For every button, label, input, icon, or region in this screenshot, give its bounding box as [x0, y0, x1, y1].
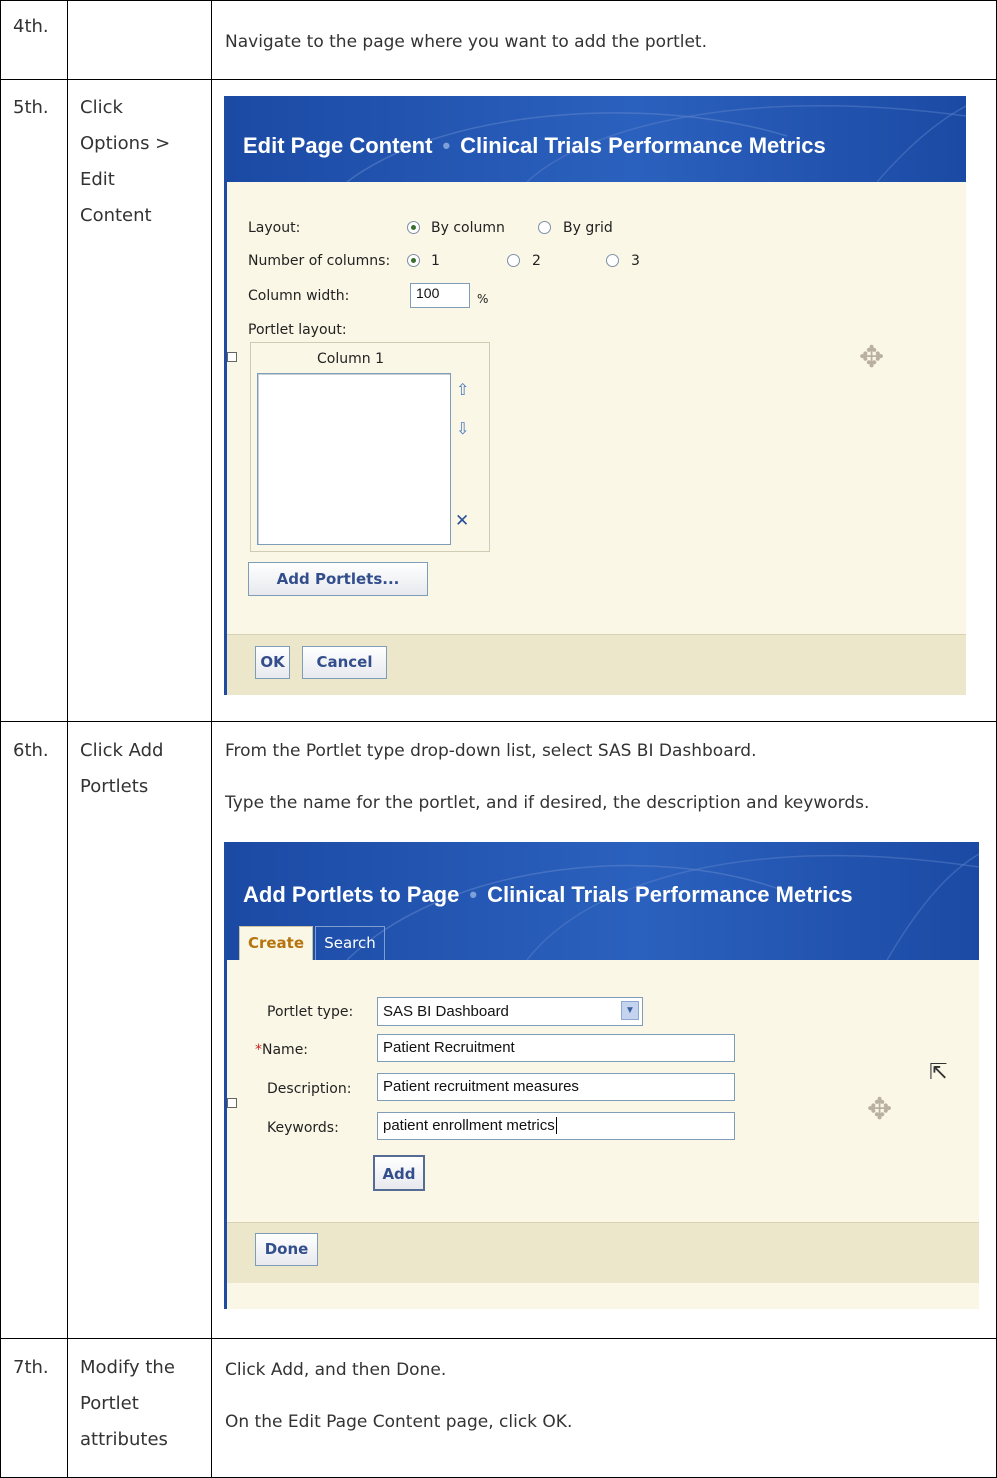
cancel-button[interactable]: Cancel: [302, 646, 387, 679]
by-column-label: By column: [431, 220, 505, 236]
edit-page-content-screenshot: Edit Page Content • Clinical Trials Perfor…: [224, 96, 966, 695]
columns-2-radio[interactable]: [507, 254, 520, 267]
remove-icon[interactable]: ✕: [455, 511, 469, 531]
page-title-sub: Clinical Trials Performance Metrics: [460, 133, 826, 158]
step-number: 6th.: [13, 740, 49, 761]
instruction-text: Type the name for the portlet, and if de…: [225, 793, 870, 813]
instruction-text: From the Portlet type drop-down list, se…: [225, 741, 757, 761]
by-column-radio[interactable]: [407, 221, 420, 234]
move-icon[interactable]: ✥: [867, 1092, 892, 1127]
footer-bar: OK Cancel: [227, 634, 966, 695]
step-label: Click Options > Edit Content: [80, 97, 171, 226]
page-title-sub: Clinical Trials Performance Metrics: [487, 882, 853, 907]
add-portlets-button[interactable]: Add Portlets...: [248, 562, 428, 596]
column-1-portlet-list[interactable]: [257, 373, 451, 545]
instruction-text: Navigate to the page where you want to a…: [225, 32, 707, 52]
ok-button[interactable]: OK: [255, 646, 290, 679]
keywords-field[interactable]: patient enrollment metrics: [377, 1112, 735, 1140]
step-row-5: 5th. Click Options > Edit Content Edit P…: [0, 79, 997, 722]
chevron-down-icon[interactable]: ▼: [621, 1001, 639, 1020]
column-header: Column 1: [317, 351, 384, 367]
step-label: [68, 1, 211, 9]
description-field[interactable]: Patient recruitment measures: [377, 1073, 735, 1101]
columns-2-label: 2: [532, 253, 541, 269]
columns-3-radio[interactable]: [606, 254, 619, 267]
step-row-4: 4th. Navigate to the page where you want…: [0, 0, 997, 80]
page-title: Add Portlets to Page • Clinical Trials Per…: [243, 882, 853, 908]
column-width-input[interactable]: 100: [410, 283, 470, 308]
step-number: 4th.: [13, 16, 49, 37]
portlet-type-label: Portlet type:: [267, 1004, 354, 1020]
step-row-7: 7th. Modify the Portlet attributes Click…: [0, 1338, 997, 1478]
keywords-label: Keywords:: [267, 1120, 339, 1136]
percent-unit: %: [477, 292, 489, 306]
move-icon[interactable]: ✥: [859, 340, 884, 375]
title-separator-icon: •: [469, 882, 478, 907]
name-label-row: *Name:: [255, 1042, 308, 1058]
portlet-type-select[interactable]: SAS BI Dashboard ▼: [377, 997, 643, 1026]
step-row-6: 6th. Click Add Portlets From the Portlet…: [0, 721, 997, 1339]
steps-table: 4th. Navigate to the page where you want…: [0, 0, 997, 1478]
page-title-main: Add Portlets to Page: [243, 882, 460, 907]
portlet-type-value: SAS BI Dashboard: [383, 1003, 509, 1020]
name-field[interactable]: Patient Recruitment: [377, 1034, 735, 1062]
step-label: Modify the Portlet attributes: [80, 1357, 175, 1450]
page-title: Edit Page Content • Clinical Trials Perfor…: [243, 133, 826, 159]
layout-label: Layout:: [248, 220, 301, 236]
name-label: Name:: [262, 1042, 309, 1058]
mouse-pointer-icon: ⇱: [929, 1060, 948, 1085]
description-label: Description:: [267, 1081, 352, 1097]
instruction-text: On the Edit Page Content page, click OK.: [225, 1412, 573, 1432]
add-portlets-screenshot: Add Portlets to Page • Clinical Trials Per…: [224, 842, 979, 1309]
page-title-main: Edit Page Content: [243, 133, 433, 158]
step-label: Click Add Portlets: [80, 740, 164, 797]
by-grid-label: By grid: [563, 220, 613, 236]
tab-create[interactable]: Create: [239, 926, 313, 960]
banner: Edit Page Content • Clinical Trials Perfor…: [227, 96, 966, 182]
banner: Add Portlets to Page • Clinical Trials Per…: [227, 842, 979, 960]
instruction-text: Click Add, and then Done.: [225, 1360, 447, 1380]
add-button[interactable]: Add: [373, 1155, 425, 1191]
columns-1-radio[interactable]: [407, 254, 420, 267]
keywords-value: patient enrollment metrics: [383, 1117, 555, 1134]
footer-bar: Done: [227, 1222, 979, 1283]
columns-3-label: 3: [631, 253, 640, 269]
step-number: 5th.: [13, 97, 49, 118]
drag-handle[interactable]: [227, 1098, 237, 1108]
columns-label: Number of columns:: [248, 253, 391, 269]
required-mark: *: [255, 1042, 262, 1058]
width-label: Column width:: [248, 288, 350, 304]
portlet-layout-box: Column 1 ⇧ ⇩ ✕: [250, 342, 490, 552]
text-cursor: [555, 1117, 557, 1134]
title-separator-icon: •: [442, 133, 451, 158]
move-down-icon[interactable]: ⇩: [456, 419, 469, 438]
drag-handle[interactable]: [227, 352, 237, 362]
portlet-layout-label: Portlet layout:: [248, 322, 347, 338]
by-grid-radio[interactable]: [538, 221, 551, 234]
tab-search[interactable]: Search: [315, 926, 385, 960]
step-number: 7th.: [13, 1357, 49, 1378]
move-up-icon[interactable]: ⇧: [456, 380, 469, 399]
done-button[interactable]: Done: [255, 1233, 318, 1266]
columns-1-label: 1: [431, 253, 440, 269]
